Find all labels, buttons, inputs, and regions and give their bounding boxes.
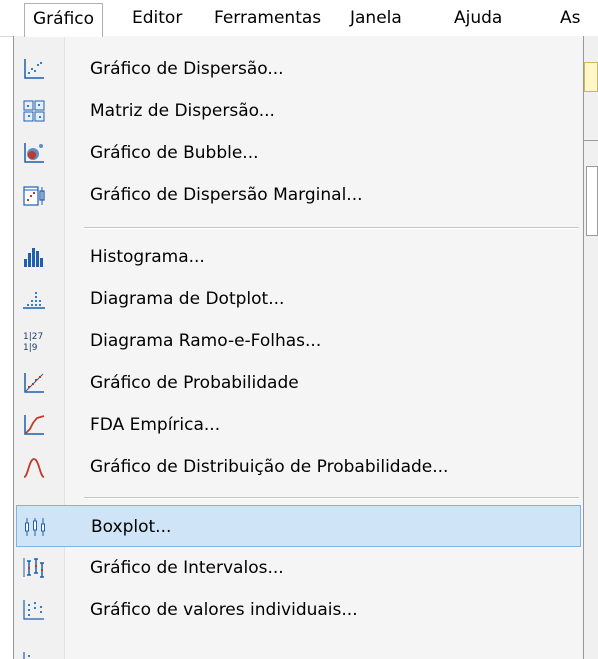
partial-menu-icon: [23, 652, 30, 659]
distribution-curve-icon: [23, 458, 45, 478]
menu-item-label: Gráfico de Dispersão Marginal...: [90, 185, 363, 205]
menu-as-truncated[interactable]: As: [552, 3, 589, 33]
menu-bar: Gráfico Editor Ferramentas Janela Ajuda …: [0, 0, 598, 37]
menu-item-marginal-plot[interactable]: Gráfico de Dispersão Marginal...: [16, 174, 581, 216]
menu-item-interval-plot[interactable]: Gráfico de Intervalos...: [16, 547, 581, 589]
menu-item-label: Gráfico de Distribuição de Probabilidade…: [90, 457, 449, 477]
individual-value-plot-icon: [23, 600, 44, 620]
menu-item-boxplot[interactable]: Boxplot...: [16, 505, 581, 547]
menu-item-label: Histograma...: [90, 247, 205, 267]
window-background: [584, 36, 598, 659]
bubble-plot-icon: [24, 143, 44, 163]
stem-icon-text-bottom: 1|9: [23, 343, 38, 353]
dotplot-icon: [23, 292, 45, 309]
menu-item-label: Gráfico de valores individuais...: [90, 600, 358, 620]
interval-plot-icon: [23, 558, 44, 578]
scatterplot-icon: [24, 59, 44, 79]
menu-item-label: Boxplot...: [91, 517, 172, 537]
marginal-plot-icon: [23, 186, 45, 206]
menu-item-label: Diagrama Ramo-e-Folhas...: [90, 331, 322, 351]
menu-item-empirical-cdf[interactable]: FDA Empírica...: [16, 404, 581, 446]
menu-item-label: Gráfico de Bubble...: [90, 143, 259, 163]
menu-item-label: FDA Empírica...: [90, 415, 221, 435]
menu-janela[interactable]: Janela: [342, 3, 410, 33]
menu-item-label: Gráfico de Intervalos...: [90, 558, 284, 578]
stem-and-leaf-icon: 1|27 1|9: [23, 332, 43, 353]
menu-item-stem-and-leaf[interactable]: 1|27 1|9 Diagrama Ramo-e-Folhas...: [16, 320, 581, 362]
menu-item-individual-value-plot[interactable]: Gráfico de valores individuais...: [16, 589, 581, 631]
boxplot-icon: [25, 518, 45, 536]
menu-item-label: Matriz de Dispersão...: [90, 101, 275, 121]
menu-item-matrix-plot[interactable]: Matriz de Dispersão...: [16, 90, 581, 132]
menu-ajuda[interactable]: Ajuda: [446, 3, 510, 33]
toolbar-button-partial[interactable]: [584, 62, 598, 92]
menu-separator: [84, 227, 579, 229]
matrix-plot-icon: [23, 100, 45, 122]
stem-icon-text-top: 1|27: [23, 332, 43, 342]
menu-item-label: Diagrama de Dotplot...: [90, 289, 285, 309]
menu-separator: [84, 497, 579, 499]
menu-grafico[interactable]: Gráfico: [24, 3, 104, 37]
empirical-cdf-icon: [24, 415, 45, 435]
menu-item-label: Gráfico de Probabilidade: [90, 373, 299, 393]
histogram-icon: [24, 248, 43, 267]
grafico-dropdown-menu: Gráfico de Dispersão... Matriz de Disper…: [13, 36, 584, 659]
probability-plot-icon: [24, 373, 44, 393]
menu-ferramentas[interactable]: Ferramentas: [206, 3, 329, 33]
window-panel-partial: [586, 166, 598, 236]
menu-item-label: Gráfico de Dispersão...: [90, 59, 284, 79]
menu-item-distribution-plot[interactable]: Gráfico de Distribuição de Probabilidade…: [16, 446, 581, 488]
menu-editor[interactable]: Editor: [124, 3, 190, 33]
menu-item-probability-plot[interactable]: Gráfico de Probabilidade: [16, 362, 581, 404]
window-divider: [584, 140, 598, 141]
menu-item-histogram[interactable]: Histograma...: [16, 236, 581, 278]
menu-item-dotplot[interactable]: Diagrama de Dotplot...: [16, 278, 581, 320]
menu-item-scatterplot[interactable]: Gráfico de Dispersão...: [16, 48, 581, 90]
menu-item-bubble-plot[interactable]: Gráfico de Bubble...: [16, 132, 581, 174]
